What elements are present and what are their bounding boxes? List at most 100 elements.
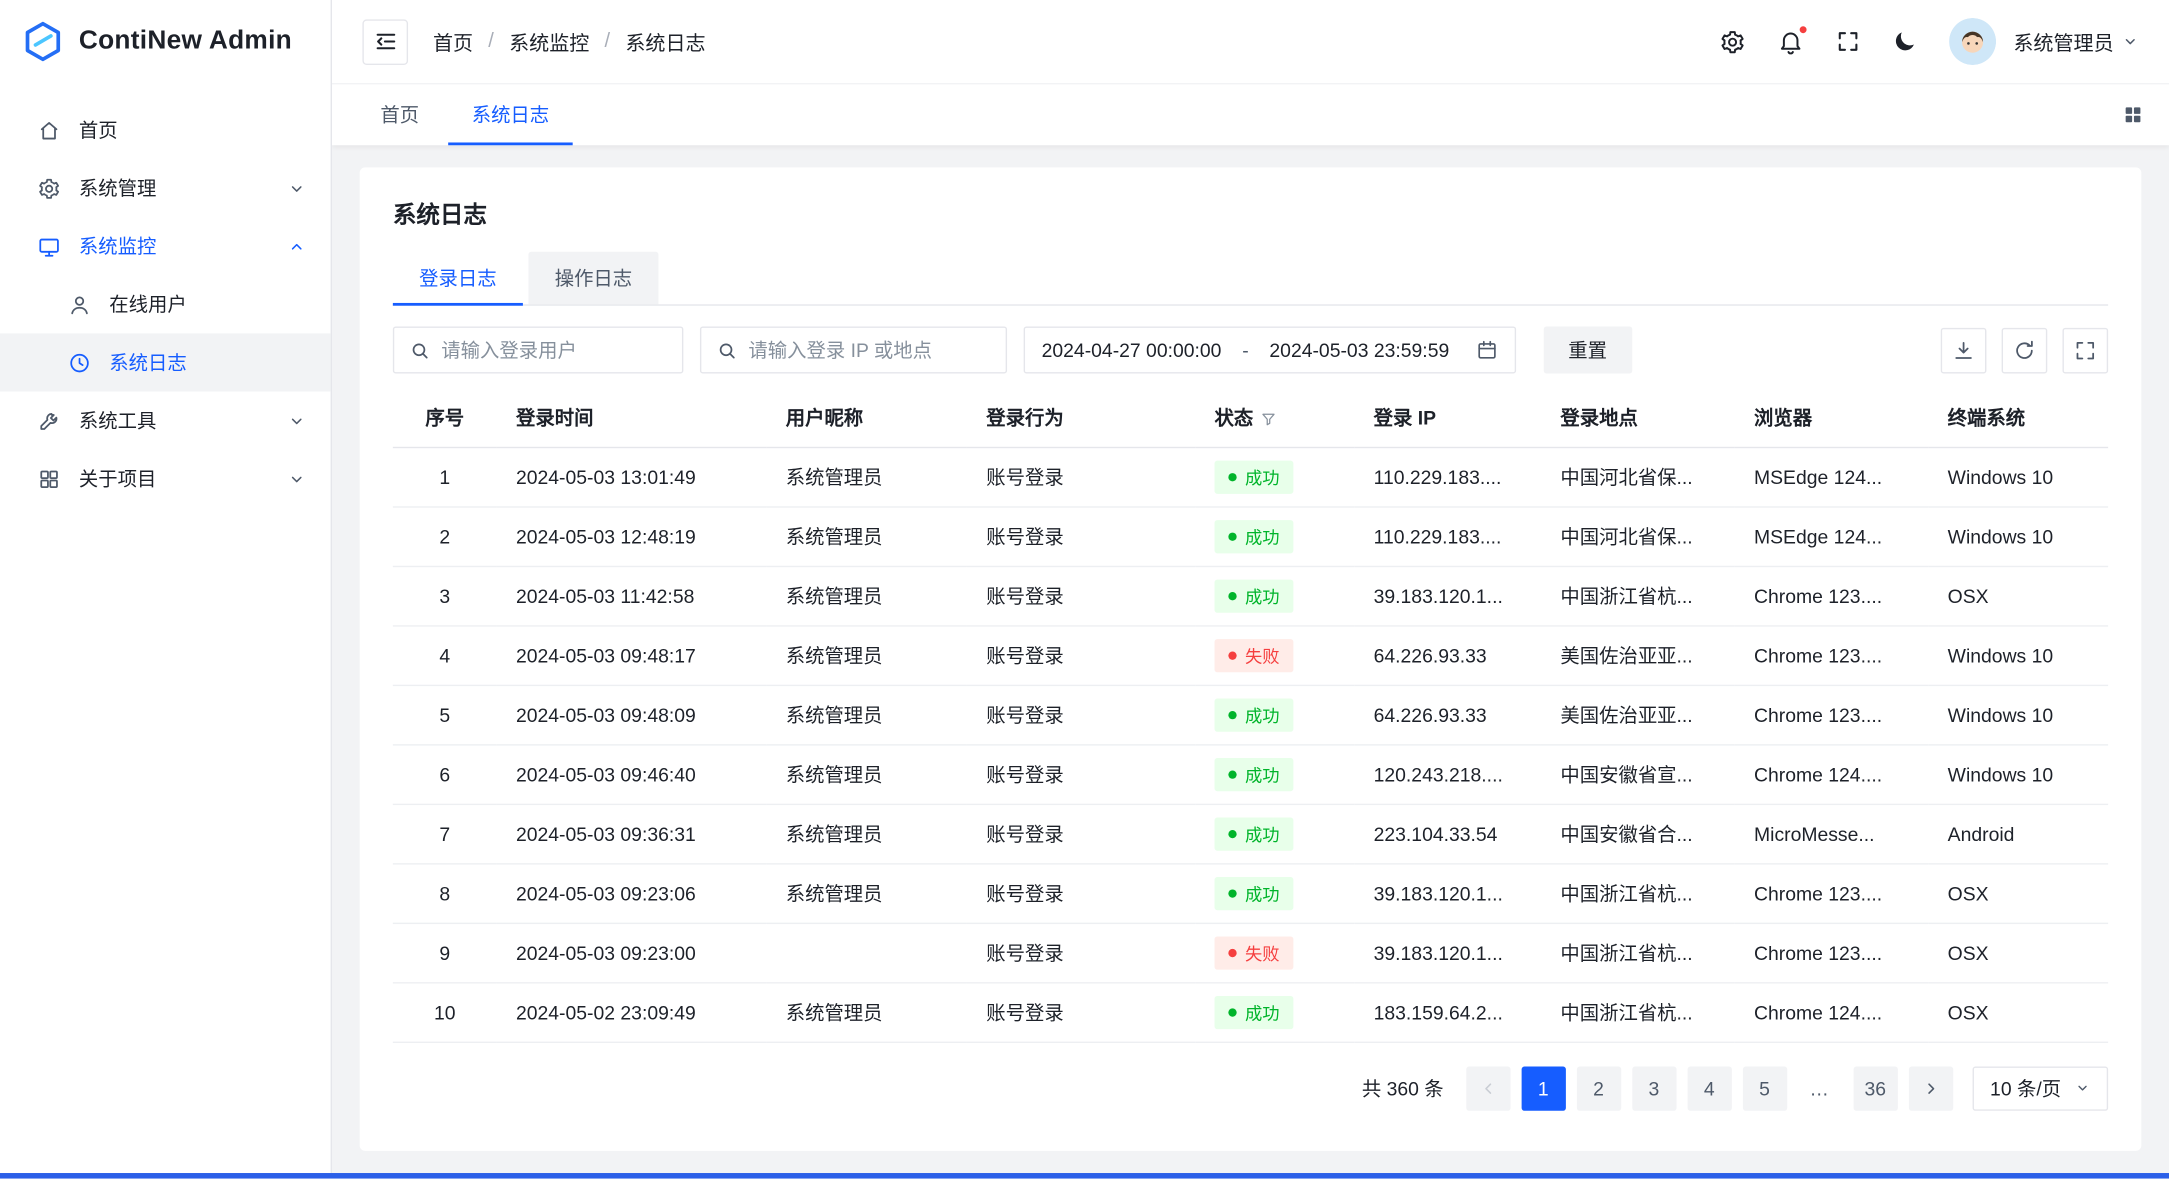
- app-logo-row[interactable]: ContiNew Admin: [0, 0, 331, 83]
- pagination: 共 360 条 1 2 3 4 5 … 36 10 条/页: [393, 1066, 2108, 1110]
- status-badge: 失败: [1215, 936, 1294, 969]
- pagination-page-3[interactable]: 3: [1632, 1066, 1676, 1110]
- status-badge: 成功: [1215, 519, 1294, 552]
- status-text: 成功: [1245, 880, 1280, 906]
- cell-nickname: 系统管理员: [766, 744, 967, 803]
- status-dot: [1228, 829, 1236, 837]
- cell-location: 中国安徽省合...: [1541, 804, 1735, 863]
- column-header-behavior: 登录行为: [967, 390, 1195, 447]
- cell-ip: 183.159.64.2...: [1354, 982, 1541, 1041]
- cell-location: 中国浙江省杭...: [1541, 923, 1735, 982]
- cell-nickname: [766, 923, 967, 982]
- status-badge: 成功: [1215, 876, 1294, 909]
- apps-grid-icon: [2122, 104, 2144, 126]
- date-range-end: 2024-05-03 23:59:59: [1269, 339, 1449, 361]
- user-menu[interactable]: 系统管理员: [2013, 27, 2138, 56]
- login-ip-search-input[interactable]: [748, 339, 990, 361]
- top-bar: 首页 / 系统监控 / 系统日志: [332, 0, 2169, 83]
- cell-status: 失败: [1195, 625, 1354, 684]
- chevron-down-icon: [2122, 33, 2139, 50]
- cell-index: 1: [393, 447, 497, 506]
- tab-operation-log[interactable]: 操作日志: [528, 252, 658, 305]
- cell-login-time: 2024-05-03 09:46:40: [497, 744, 767, 803]
- status-dot: [1228, 710, 1236, 718]
- bottom-accent-bar: [0, 1173, 2169, 1179]
- status-badge: 成功: [1215, 757, 1294, 790]
- login-log-table: 序号 登录时间 用户昵称 登录行为 状态 登录 IP 登录地点 浏览器 终端系统…: [393, 390, 2108, 1042]
- sidebar-item-system-monitor[interactable]: 系统监控: [0, 217, 331, 275]
- sidebar-item-system-log[interactable]: 系统日志: [0, 333, 331, 391]
- status-dot: [1228, 889, 1236, 897]
- date-range-picker[interactable]: 2024-04-27 00:00:00 - 2024-05-03 23:59:5…: [1024, 326, 1516, 373]
- view-tab-home[interactable]: 首页: [357, 84, 443, 145]
- fullscreen-button[interactable]: [1835, 29, 1860, 54]
- app-logo-icon: [21, 19, 65, 63]
- theme-toggle-button[interactable]: [1892, 29, 1917, 54]
- cell-behavior: 账号登录: [967, 566, 1195, 625]
- tab-actions-button[interactable]: [2122, 104, 2144, 126]
- pagination-page-1[interactable]: 1: [1521, 1066, 1565, 1110]
- column-header-login-time: 登录时间: [497, 390, 767, 447]
- sidebar-item-system-tools[interactable]: 系统工具: [0, 391, 331, 449]
- sidebar-item-online-users[interactable]: 在线用户: [0, 275, 331, 333]
- pagination-page-5[interactable]: 5: [1742, 1066, 1786, 1110]
- settings-button[interactable]: [1719, 28, 1745, 54]
- chevron-down-icon: [288, 470, 306, 488]
- breadcrumb-separator: /: [605, 30, 611, 52]
- expand-table-button[interactable]: [2062, 327, 2108, 373]
- sidebar-item-about-project[interactable]: 关于项目: [0, 450, 331, 508]
- avatar[interactable]: [1948, 18, 1995, 65]
- status-dot: [1228, 591, 1236, 599]
- cell-location: 中国安徽省宣...: [1541, 744, 1735, 803]
- cell-os: OSX: [1928, 923, 2108, 982]
- cell-nickname: 系统管理员: [766, 685, 967, 744]
- breadcrumb-item-home[interactable]: 首页: [433, 27, 473, 56]
- pagination-ellipsis[interactable]: …: [1798, 1066, 1842, 1110]
- tab-label: 登录日志: [419, 264, 496, 292]
- clock-icon: [68, 351, 92, 375]
- sidebar-item-home[interactable]: 首页: [0, 101, 331, 159]
- cell-ip: 64.226.93.33: [1354, 625, 1541, 684]
- chevron-down-icon: [288, 179, 306, 197]
- pagination-prev-button[interactable]: [1466, 1066, 1510, 1110]
- cell-ip: 39.183.120.1...: [1354, 923, 1541, 982]
- cell-login-time: 2024-05-03 09:36:31: [497, 804, 767, 863]
- cell-login-time: 2024-05-03 09:23:00: [497, 923, 767, 982]
- column-header-location: 登录地点: [1541, 390, 1735, 447]
- expand-icon: [2074, 338, 2098, 362]
- gear-icon: [37, 176, 61, 200]
- cell-index: 2: [393, 506, 497, 565]
- cell-nickname: 系统管理员: [766, 506, 967, 565]
- table-row: 6 2024-05-03 09:46:40 系统管理员 账号登录 成功 120.…: [393, 744, 2108, 803]
- tab-login-log[interactable]: 登录日志: [393, 252, 523, 305]
- cell-login-time: 2024-05-03 09:48:17: [497, 625, 767, 684]
- cell-os: Windows 10: [1928, 685, 2108, 744]
- breadcrumb-item-system-log[interactable]: 系统日志: [625, 27, 705, 56]
- pagination-page-last[interactable]: 36: [1853, 1066, 1897, 1110]
- breadcrumb-item-system-monitor[interactable]: 系统监控: [509, 27, 589, 56]
- refresh-button[interactable]: [2002, 327, 2048, 373]
- pagination-page-4[interactable]: 4: [1687, 1066, 1731, 1110]
- status-dot: [1228, 770, 1236, 778]
- view-tab-system-log[interactable]: 系统日志: [448, 84, 572, 145]
- login-user-search-input[interactable]: [441, 339, 666, 361]
- cell-behavior: 账号登录: [967, 744, 1195, 803]
- cell-index: 7: [393, 804, 497, 863]
- sidebar-item-label: 系统监控: [79, 232, 156, 260]
- pagination-page-2[interactable]: 2: [1576, 1066, 1620, 1110]
- filter-funnel-icon[interactable]: [1260, 411, 1277, 428]
- cell-index: 9: [393, 923, 497, 982]
- cell-os: OSX: [1928, 566, 2108, 625]
- view-tab-label: 首页: [380, 101, 419, 129]
- download-button[interactable]: [1941, 327, 1987, 373]
- cell-status: 成功: [1195, 863, 1354, 922]
- calendar-icon: [1476, 339, 1498, 361]
- page-size-select[interactable]: 10 条/页: [1972, 1066, 2108, 1110]
- cell-browser: Chrome 123....: [1735, 923, 1929, 982]
- notifications-button[interactable]: [1777, 28, 1803, 54]
- collapse-sidebar-button[interactable]: [362, 19, 408, 65]
- sidebar-item-system-management[interactable]: 系统管理: [0, 159, 331, 217]
- pagination-next-button[interactable]: [1908, 1066, 1952, 1110]
- table-row: 1 2024-05-03 13:01:49 系统管理员 账号登录 成功 110.…: [393, 447, 2108, 506]
- reset-button[interactable]: 重置: [1543, 326, 1632, 373]
